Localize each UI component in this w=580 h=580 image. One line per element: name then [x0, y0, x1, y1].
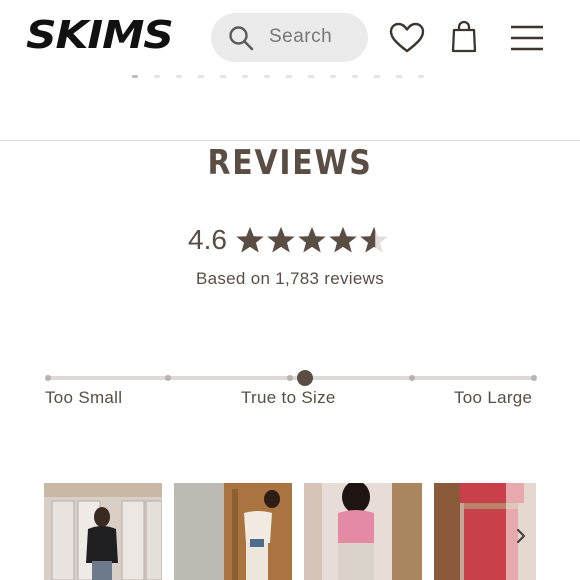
chevron-right-icon	[516, 528, 526, 544]
heart-icon[interactable]	[389, 22, 425, 54]
review-photo-2[interactable]	[174, 483, 292, 580]
carousel-dot[interactable]	[374, 75, 380, 78]
carousel-dot[interactable]	[330, 75, 336, 78]
photos-next-button[interactable]	[506, 483, 536, 580]
carousel-dot[interactable]	[220, 75, 226, 78]
skims-logo[interactable]: SKIMS	[26, 14, 172, 56]
fit-scale-tick	[287, 375, 293, 381]
star-full-icon	[329, 226, 357, 253]
shopping-bag-icon[interactable]	[450, 20, 478, 54]
fit-indicator	[296, 370, 313, 386]
carousel-dot[interactable]	[132, 75, 138, 78]
carousel-dot[interactable]	[242, 75, 248, 78]
carousel-dot[interactable]	[308, 75, 314, 78]
star-full-icon	[267, 226, 295, 253]
carousel-dot[interactable]	[176, 75, 182, 78]
hamburger-menu-icon[interactable]	[510, 24, 544, 52]
carousel-dot[interactable]	[264, 75, 270, 78]
fit-scale-tick	[45, 375, 51, 381]
site-header: SKIMS Search	[0, 0, 580, 76]
star-full-icon	[298, 226, 326, 253]
search-input[interactable]: Search	[211, 13, 368, 62]
fit-label-too-small: Too Small	[45, 388, 123, 407]
search-placeholder: Search	[269, 26, 333, 47]
fit-scale-tick	[409, 375, 415, 381]
carousel-dot[interactable]	[352, 75, 358, 78]
carousel-dot[interactable]	[396, 75, 402, 78]
carousel-dot[interactable]	[154, 75, 160, 78]
star-half-icon	[360, 226, 388, 253]
reviews-heading: REVIEWS	[207, 143, 373, 183]
average-rating: 4.6	[188, 224, 227, 255]
review-photo-1[interactable]	[44, 483, 162, 580]
search-icon	[229, 26, 254, 51]
fit-scale-tick	[531, 375, 537, 381]
review-photo-3[interactable]	[304, 483, 422, 580]
star-full-icon	[236, 226, 264, 253]
svg-text:SKIMS: SKIMS	[26, 14, 172, 56]
star-rating	[235, 225, 390, 255]
fit-label-too-large: Too Large	[454, 388, 533, 407]
fit-scale-track	[45, 370, 537, 386]
fit-scale-tick	[165, 375, 171, 381]
rating-summary: 4.6	[188, 222, 390, 258]
fit-label-true-to-size: True to Size	[241, 388, 336, 407]
review-count: Based on 1,783 reviews	[195, 269, 385, 288]
carousel-pagination	[132, 75, 452, 81]
section-divider	[0, 140, 580, 141]
carousel-dot[interactable]	[198, 75, 204, 78]
carousel-dot[interactable]	[418, 75, 424, 78]
carousel-dot[interactable]	[286, 75, 292, 78]
